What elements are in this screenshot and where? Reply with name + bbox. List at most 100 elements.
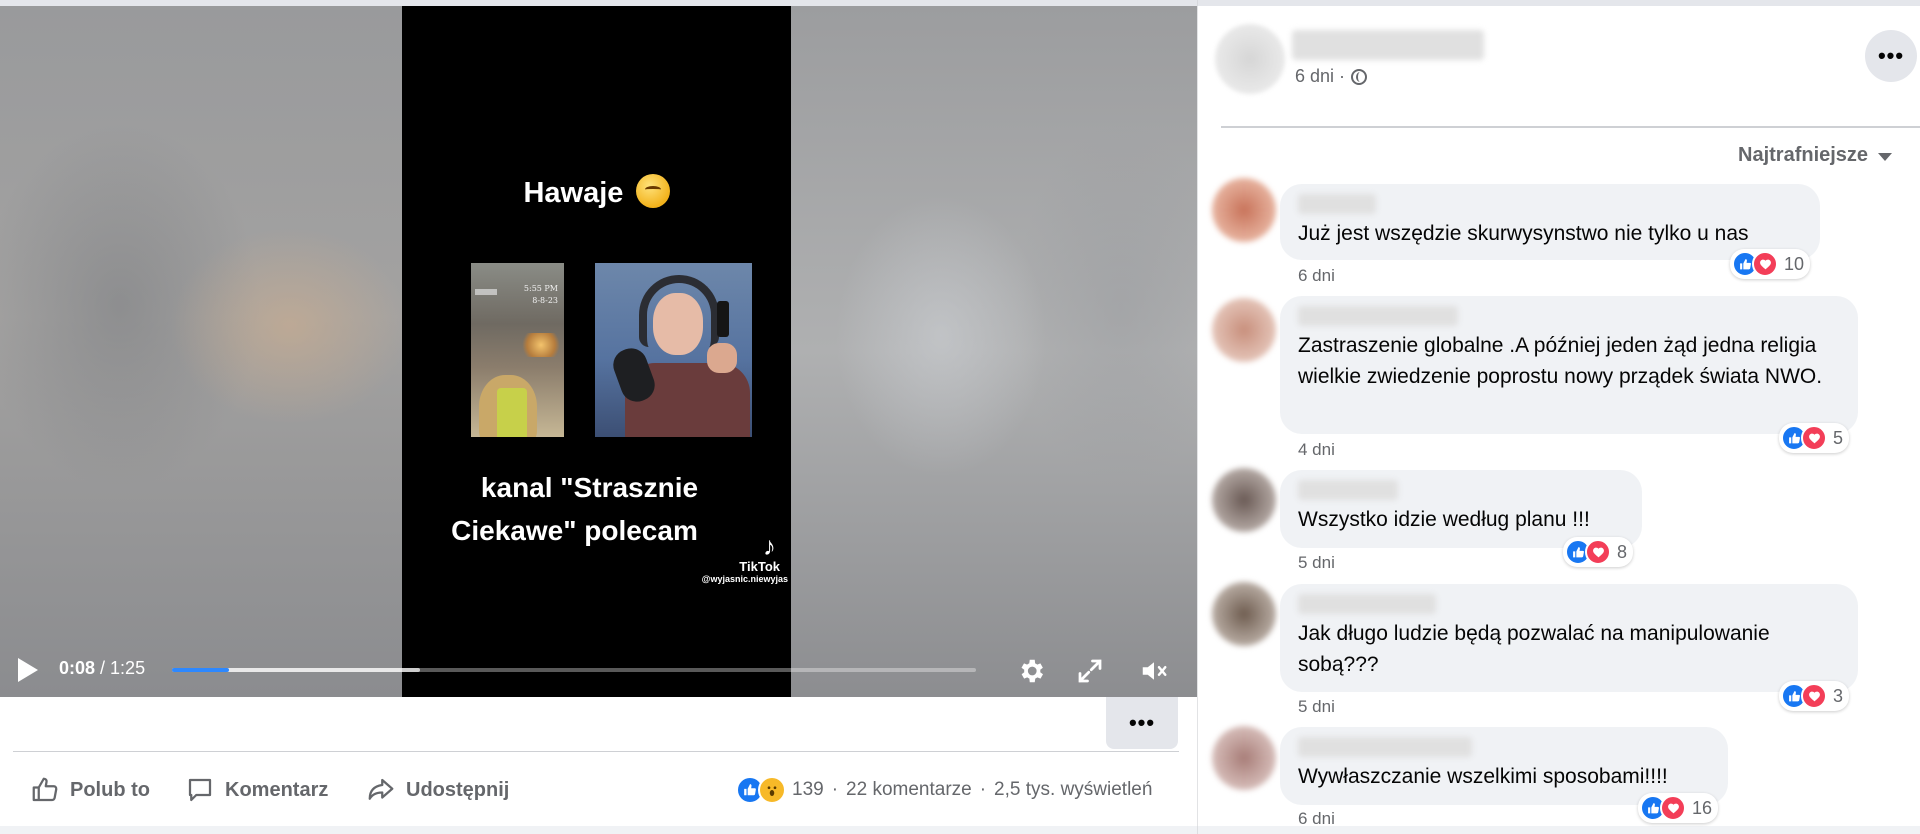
muted-volume-icon[interactable] xyxy=(1139,656,1169,686)
thinking-face-emoji-icon xyxy=(635,174,670,208)
tiktok-watermark: ♪ TikTok @wyjasnic.niewyjas xyxy=(680,533,788,584)
comment-text: Wywłaszczanie wszelkimi sposobami!!!! xyxy=(1298,765,1668,788)
comment-sort-dropdown[interactable]: Najtrafniejsze xyxy=(1738,144,1893,167)
video-title: Hawaje xyxy=(402,174,791,210)
camera-shape xyxy=(717,301,729,337)
thumbs-up-icon xyxy=(32,777,58,802)
comment-bubble: Jak długo ludzie będą pozwalać na manipu… xyxy=(1280,584,1858,692)
panel-separator xyxy=(1221,126,1920,128)
video-controls: 0:08 / 1:25 xyxy=(0,642,1197,697)
tiktok-brand: TikTok xyxy=(739,559,780,574)
stats-separator-2: · xyxy=(979,779,987,800)
comment-button[interactable]: Komentarz xyxy=(185,774,328,806)
comment-reactions[interactable]: 10 xyxy=(1730,249,1811,279)
comment-reactions[interactable]: 5 xyxy=(1779,423,1850,453)
globe-icon xyxy=(1351,68,1368,85)
more-dots-icon: ••• xyxy=(1128,710,1156,735)
commenter-name-blurred[interactable] xyxy=(1298,737,1472,757)
like-label: Polub to xyxy=(70,778,150,801)
author-name-blurred[interactable] xyxy=(1292,30,1484,60)
comment-reactions[interactable]: 8 xyxy=(1563,537,1634,567)
comment-time[interactable]: 6 dni xyxy=(1298,809,1335,829)
video-blur-left xyxy=(0,6,402,697)
commenter-name-blurred[interactable] xyxy=(1298,594,1436,614)
panel-divider xyxy=(1197,0,1198,834)
like-button[interactable]: Polub to xyxy=(30,774,150,806)
comment-reaction-count: 10 xyxy=(1784,253,1805,274)
thumbnail-date-text: 8-8-23 xyxy=(532,296,558,305)
comment-label: Komentarz xyxy=(225,778,329,801)
comment-time[interactable]: 6 dni xyxy=(1298,266,1335,286)
commenter-name-blurred[interactable] xyxy=(1298,306,1458,326)
time-current: 0:08 xyxy=(59,658,96,678)
love-reaction-icon xyxy=(1752,251,1778,277)
reactions-count[interactable]: 139 xyxy=(792,779,824,801)
comment-bubble: Zastraszenie globalne .A później jeden ż… xyxy=(1280,296,1858,434)
commenter-name-blurred[interactable] xyxy=(1298,480,1398,500)
comment-text: Już jest wszędzie skurwysynstwo nie tylk… xyxy=(1298,222,1749,245)
hand-shape xyxy=(707,343,737,373)
video-thumbnail-right xyxy=(595,263,752,437)
comment-reaction-count: 16 xyxy=(1692,797,1713,818)
comment-avatar[interactable] xyxy=(1212,178,1276,242)
video-blur-right xyxy=(791,6,1197,697)
time-separator: / xyxy=(95,658,111,678)
comment-avatar[interactable] xyxy=(1212,582,1276,646)
video-caption-line1: kanal "Strasznie xyxy=(480,472,699,503)
comment-time[interactable]: 5 dni xyxy=(1298,697,1335,717)
comment-time[interactable]: 5 dni xyxy=(1298,553,1335,573)
comment-avatar[interactable] xyxy=(1212,468,1276,532)
video-player[interactable]: Hawaje 5:55 PM 8-8-23 kanal "Strasznie C… xyxy=(0,6,1197,697)
caret-down-icon xyxy=(1878,153,1893,161)
tiktok-handle: @wyjasnic.niewyjas xyxy=(701,574,788,584)
views-count: 2,5 tys. wyświetleń xyxy=(994,779,1153,800)
wow-reaction-icon[interactable] xyxy=(758,776,786,804)
tiktok-logo-icon: ♪ xyxy=(763,531,776,561)
comment-text: Jak długo ludzie będą pozwalać na manipu… xyxy=(1298,622,1770,676)
sort-label: Najtrafniejsze xyxy=(1738,144,1869,166)
video-progress-bar xyxy=(172,668,230,672)
settings-gear-icon[interactable] xyxy=(1016,656,1046,686)
author-avatar[interactable] xyxy=(1215,24,1285,94)
fullscreen-icon[interactable] xyxy=(1075,656,1105,686)
thumbnail-time-text: 5:55 PM xyxy=(523,284,558,293)
actions-divider xyxy=(13,751,1179,752)
love-reaction-icon xyxy=(1660,795,1686,821)
speech-bubble-icon xyxy=(188,778,212,802)
face-mask-shape xyxy=(497,388,527,437)
comment-avatar[interactable] xyxy=(1212,726,1276,790)
post-time-text: 6 dni · xyxy=(1295,66,1346,86)
post-options-button[interactable]: ••• xyxy=(1865,30,1917,82)
video-progress-track[interactable] xyxy=(172,668,976,672)
love-reaction-icon xyxy=(1585,539,1611,565)
comment-text: Zastraszenie globalne .A później jeden ż… xyxy=(1298,334,1823,388)
comment-text: Wszystko idzie według planu !!! xyxy=(1298,508,1590,531)
share-arrow-icon xyxy=(368,778,394,800)
comment-reaction-count: 3 xyxy=(1833,685,1844,706)
time-total: 1:25 xyxy=(110,658,146,678)
comment-reaction-count: 5 xyxy=(1833,427,1844,448)
commenter-name-blurred[interactable] xyxy=(1298,194,1376,214)
person-face-shape xyxy=(653,293,703,355)
comment-reactions[interactable]: 16 xyxy=(1638,793,1719,823)
post-time: 6 dni · xyxy=(1295,66,1368,87)
share-label: Udostępnij xyxy=(406,778,510,801)
love-reaction-icon xyxy=(1801,425,1827,451)
video-title-text: Hawaje xyxy=(523,177,624,209)
video-time: 0:08 / 1:25 xyxy=(59,658,145,679)
bottom-strip xyxy=(0,826,1920,834)
comment-time[interactable]: 4 dni xyxy=(1298,440,1335,460)
fire-shape xyxy=(521,333,561,357)
comment-avatar[interactable] xyxy=(1212,298,1276,362)
share-button[interactable]: Udostępnij xyxy=(366,774,509,806)
stats-separator-1: · xyxy=(831,779,839,800)
video-more-options-button[interactable]: ••• xyxy=(1106,697,1178,749)
more-dots-icon: ••• xyxy=(1877,43,1905,68)
comments-count[interactable]: 22 komentarze xyxy=(846,779,972,801)
comment-reaction-count: 8 xyxy=(1617,541,1628,562)
thumbnail-tag xyxy=(475,289,497,295)
post-stats: 139 · 22 komentarze · 2,5 tys. wyświetle… xyxy=(736,774,1152,806)
play-icon[interactable] xyxy=(18,658,38,682)
love-reaction-icon xyxy=(1801,683,1827,709)
comment-reactions[interactable]: 3 xyxy=(1779,681,1850,711)
